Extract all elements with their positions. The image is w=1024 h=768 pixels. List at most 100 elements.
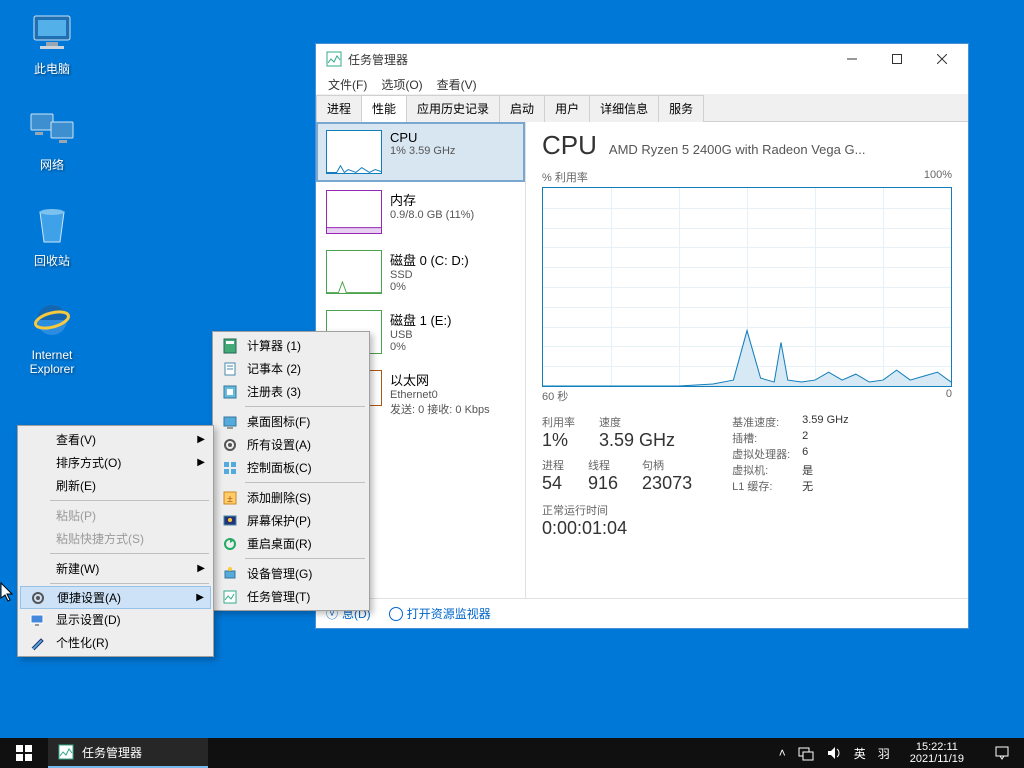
titlebar[interactable]: 任务管理器 [316, 44, 968, 74]
menu-item[interactable]: 设备管理(G) [215, 562, 367, 585]
ime-indicator[interactable]: 英 [854, 745, 866, 762]
ime-mode-indicator[interactable]: 羽 [878, 745, 890, 762]
side-memory[interactable]: 内存0.9/8.0 GB (11%) [316, 182, 525, 242]
gear-icon [221, 436, 239, 454]
side-disk0[interactable]: 磁盘 0 (C: D:)SSD0% [316, 242, 525, 302]
menu-item[interactable]: 显示设置(D) [20, 608, 211, 631]
ie-icon [28, 296, 76, 344]
tab-app-history[interactable]: 应用历史记录 [406, 95, 500, 122]
menu-item[interactable]: 查看(V)▶ [20, 428, 211, 451]
cpu-chart[interactable] [542, 187, 952, 387]
close-button[interactable] [919, 45, 964, 73]
menu-item-label: 桌面图标(F) [247, 413, 310, 430]
menu-item[interactable]: 所有设置(A) [215, 433, 367, 456]
menu-file[interactable]: 文件(F) [322, 75, 373, 94]
network-icon [28, 104, 76, 152]
menu-options[interactable]: 选项(O) [375, 75, 428, 94]
app-icon [326, 51, 342, 67]
display-icon [26, 611, 48, 629]
menu-item-label: 新建(W) [56, 560, 99, 577]
blank-icon [26, 530, 48, 548]
menu-item[interactable]: 重启桌面(R) [215, 532, 367, 555]
calc-icon [221, 337, 239, 355]
tab-performance[interactable]: 性能 [361, 95, 407, 122]
taskmgr-icon [58, 744, 74, 760]
menu-item-label: 任务管理(T) [247, 588, 310, 605]
gear-icon [27, 589, 49, 607]
menu-item-label: 设备管理(G) [247, 565, 312, 582]
tab-services[interactable]: 服务 [658, 95, 704, 122]
recycle-bin-icon [28, 200, 76, 248]
chart-ymax: 100% [924, 169, 952, 185]
regedit-icon [221, 383, 239, 401]
menu-view[interactable]: 查看(V) [431, 75, 483, 94]
menu-item[interactable]: 桌面图标(F) [215, 410, 367, 433]
menu-item[interactable]: 控制面板(C) [215, 456, 367, 479]
network-tray-icon[interactable] [798, 745, 814, 761]
context-submenu-shortcuts: 计算器 (1) 记事本 (2)注册表 (3) 桌面图标(F) 所有设置(A) 控制面板(… [212, 331, 370, 611]
volume-tray-icon[interactable] [826, 745, 842, 761]
start-button[interactable] [0, 738, 48, 768]
tab-processes[interactable]: 进程 [316, 95, 362, 122]
blank-icon [26, 454, 48, 472]
desktop-icon-recycle-bin[interactable]: 回收站 [14, 200, 90, 269]
minimize-button[interactable] [829, 45, 874, 73]
menu-item[interactable]: 个性化(R) [20, 631, 211, 654]
menu-item[interactable]: 计算器 (1) [215, 334, 367, 357]
menubar: 文件(F) 选项(O) 查看(V) [316, 74, 968, 94]
tab-details[interactable]: 详细信息 [589, 95, 659, 122]
taskbar-item-taskmanager[interactable]: 任务管理器 [48, 738, 208, 768]
menu-item[interactable]: 注册表 (3) [215, 380, 367, 403]
desktop-icon-label: 此电脑 [14, 60, 90, 77]
maximize-button[interactable] [874, 45, 919, 73]
perf-heading: CPU [542, 130, 597, 161]
brush-icon [26, 634, 48, 652]
tray-chevron-up-icon[interactable]: ˄ [779, 746, 786, 760]
menu-item[interactable]: 便捷设置(A)▶ [20, 586, 211, 609]
open-resmon-link[interactable]: 打开资源监视器 [389, 605, 491, 622]
menu-item[interactable]: 任务管理(T) [215, 585, 367, 608]
blank-icon [26, 507, 48, 525]
desktop-icon-network[interactable]: 网络 [14, 104, 90, 173]
notification-icon [994, 745, 1010, 761]
stat-threads: 916 [588, 473, 618, 494]
task-manager-window: 任务管理器 文件(F) 选项(O) 查看(V) 进程 性能 应用历史记录 启动 … [315, 43, 969, 629]
clock-time: 15:22:11 [910, 741, 964, 753]
desktop-icon-this-pc[interactable]: 此电脑 [14, 8, 90, 77]
menu-item[interactable]: 刷新(E) [20, 474, 211, 497]
tab-users[interactable]: 用户 [544, 95, 590, 122]
stat-speed: 3.59 GHz [599, 430, 675, 451]
perf-main: CPU AMD Ryzen 5 2400G with Radeon Vega G… [526, 122, 968, 598]
menu-item-label: 重启桌面(R) [247, 535, 312, 552]
device-icon [221, 565, 239, 583]
menu-item[interactable]: 新建(W)▶ [20, 557, 211, 580]
chevron-right-icon: ▶ [197, 457, 205, 468]
menu-item-label: 排序方式(O) [56, 454, 121, 471]
tab-startup[interactable]: 启动 [499, 95, 545, 122]
windows-logo-icon [16, 745, 32, 761]
menu-item: 粘贴快捷方式(S) [20, 527, 211, 550]
menu-item-label: 刷新(E) [56, 477, 96, 494]
menu-item[interactable]: 排序方式(O) ▶ [20, 451, 211, 474]
chart-xlabel-left: 60 秒 [542, 388, 568, 404]
taskmgr-icon [221, 588, 239, 606]
menu-item[interactable]: 屏幕保护(P) [215, 509, 367, 532]
menu-item-label: 控制面板(C) [247, 459, 312, 476]
desktop-icon-ie[interactable]: Internet Explorer [14, 296, 90, 376]
this-pc-icon [28, 8, 76, 56]
window-title: 任务管理器 [348, 51, 829, 68]
chart-xlabel-right: 0 [946, 388, 952, 404]
stat-processes: 54 [542, 473, 564, 494]
desktopicons-icon [221, 413, 239, 431]
stat-utilization: 1% [542, 430, 575, 451]
svg-text:±: ± [227, 494, 233, 505]
statusbar: ⓥ息(D) 打开资源监视器 [316, 598, 968, 628]
menu-item[interactable]: ±添加删除(S) [215, 486, 367, 509]
blank-icon [26, 560, 48, 578]
clock[interactable]: 15:22:11 2021/11/19 [902, 741, 972, 765]
side-cpu[interactable]: CPU1% 3.59 GHz [316, 122, 525, 182]
menu-item-label: 计算器 (1) [247, 337, 301, 354]
menu-item-label: 查看(V) [56, 431, 96, 448]
action-center-button[interactable] [984, 745, 1020, 761]
menu-item[interactable]: 记事本 (2) [215, 357, 367, 380]
